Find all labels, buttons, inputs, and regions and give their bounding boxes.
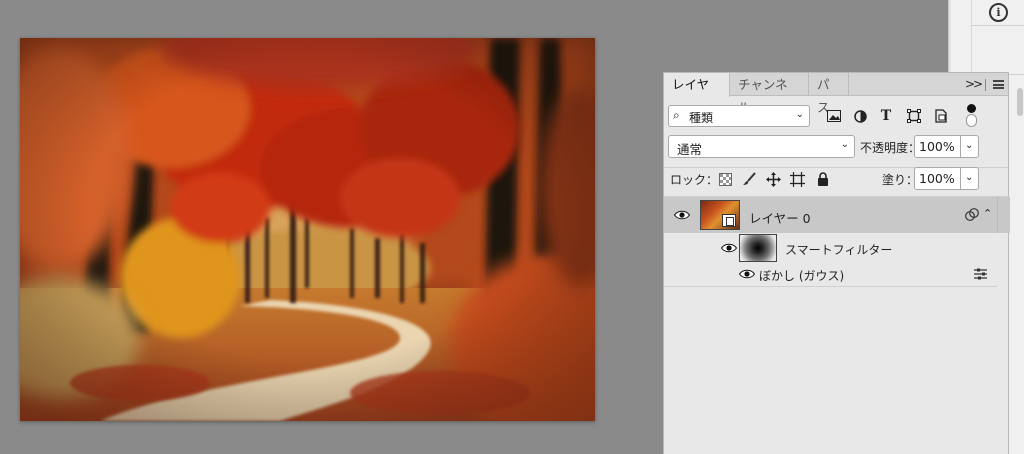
eye-icon[interactable] [721,243,737,253]
chevron-down-icon: ⌄ [795,109,804,120]
opacity-label: 不透明度： [860,141,921,155]
document-canvas[interactable] [20,38,595,421]
opacity-dropdown-button[interactable]: ⌄ [961,135,979,158]
collapse-panel-button[interactable]: >> [965,73,983,96]
fill-dropdown-button[interactable]: ⌄ [961,167,979,190]
type-icon[interactable]: T [876,106,896,126]
lock-label: ロック： [670,173,719,187]
toggle-track [966,114,977,127]
smart-filters-label: スマートフィルター [785,243,893,257]
opacity-input[interactable]: 100% [914,135,961,158]
filter-toggle-switch[interactable] [965,104,978,128]
smart-object-badge-icon [722,214,736,227]
tab-paths[interactable]: パス [809,73,849,115]
layer-filter-select[interactable]: ⌕ 種類 ⌄ [668,105,810,127]
layers-panel: レイヤー チャンネル パス >> ⌕ 種類 ⌄ T 通常 ⌄ 不透明度： 100… [663,72,1010,454]
divider [664,286,997,287]
image-icon[interactable] [824,106,844,126]
autumn-forest-photo [20,38,595,421]
eye-icon[interactable] [674,210,690,220]
gaussian-blur-label: ぼかし (ガウス) [759,269,845,283]
divider [972,25,1024,26]
blend-mode-select[interactable]: 通常 ⌄ [668,135,855,158]
layer-name[interactable]: レイヤー 0 [749,208,811,227]
move-lock-icon[interactable] [764,170,782,188]
adjustment-icon[interactable] [850,106,870,126]
collapse-layer-chevron-icon[interactable]: ⌃ [983,207,992,220]
chevron-down-icon: ⌄ [965,172,974,183]
tab-layers[interactable]: レイヤー [664,73,730,115]
info-panel-button[interactable]: i [972,0,1024,25]
eye-icon[interactable] [739,269,755,279]
transparent-pixels-lock-icon[interactable] [716,170,734,188]
gaussian-blur-filter-row[interactable]: ぼかし (ガウス) [697,263,997,285]
panel-tab-bar: レイヤー チャンネル パス >> [664,73,1008,115]
layer-row[interactable]: レイヤー 0 ⌃ [664,197,997,233]
divider [985,79,986,91]
panel-menu-icon[interactable] [993,80,1004,89]
smart-filters-row[interactable]: スマートフィルター [697,233,997,263]
scrollbar-thumb[interactable] [1017,88,1023,116]
blending-options-icon[interactable] [974,268,987,280]
chevron-down-icon: ⌄ [965,140,974,151]
tab-channels[interactable]: チャンネル [730,73,809,115]
brush-lock-icon[interactable] [740,170,758,188]
layer-list-scroll-edge [997,197,1010,233]
blend-mode-value: 通常 [677,142,703,157]
fill-input[interactable]: 100% [914,167,961,190]
toggle-dot [967,104,976,113]
smart-filter-effects-icon[interactable] [965,208,979,222]
info-icon: i [989,3,1008,22]
filter-mask-thumbnail[interactable] [739,234,777,262]
search-icon: ⌕ [673,108,680,122]
filter-kind-label: 種類 [689,111,714,125]
smart-object-icon[interactable] [931,106,951,126]
fill-label: 塗り： [882,173,919,187]
artboard-lock-icon[interactable] [788,170,806,188]
shape-icon[interactable] [904,106,924,126]
chevron-down-icon: ⌄ [840,139,849,150]
padlock-icon[interactable] [814,170,832,188]
